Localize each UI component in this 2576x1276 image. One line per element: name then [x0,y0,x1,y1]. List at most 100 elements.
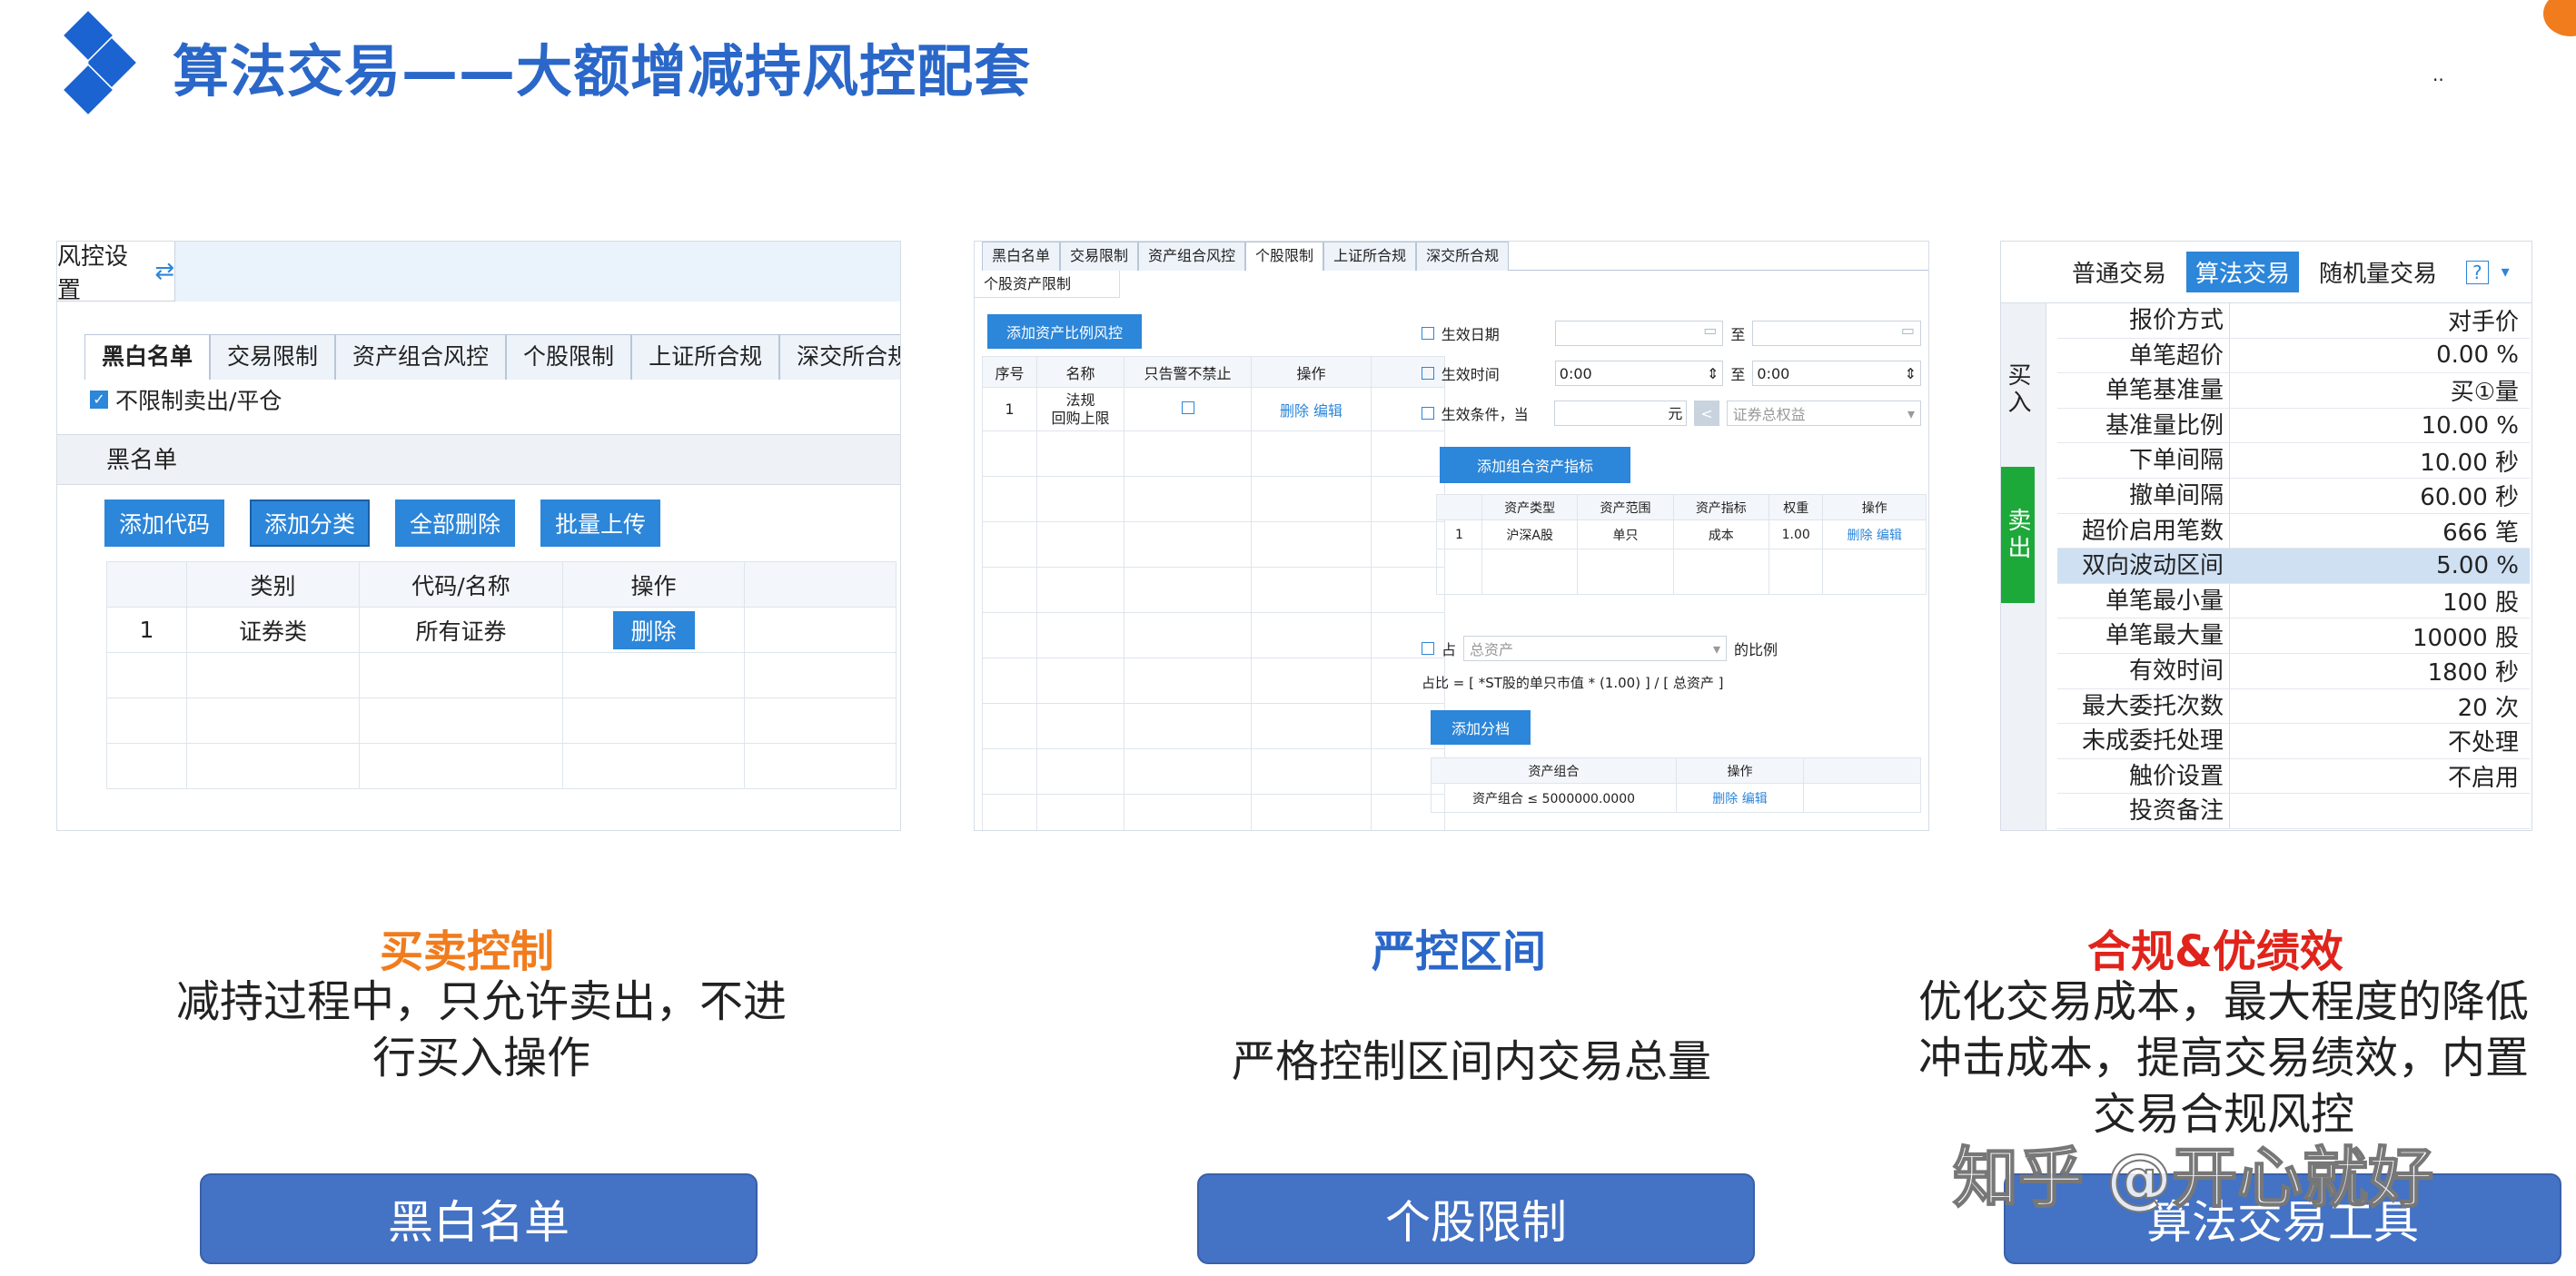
subtab-stock-asset-limit[interactable]: 个股资产限制 [975,271,1120,298]
side-tab-sell[interactable]: 卖出 [2001,467,2035,603]
batch-upload-button[interactable]: 批量上传 [540,500,660,547]
param-label: 投资备注 [2057,794,2230,828]
param-row[interactable]: 报价方式 对手价 [2057,303,2530,339]
param-value[interactable]: 10.00 秒 [2230,444,2530,478]
tab-stock-limit[interactable]: 个股限制 [1245,242,1324,271]
occupy-select[interactable]: 总资产 ▾ [1463,636,1728,661]
param-row[interactable]: 单笔超价 0.00 % [2057,338,2530,374]
chevron-down-icon[interactable]: ▾ [2502,262,2510,282]
tab-algo-trade[interactable]: 算法交易 [2186,252,2300,292]
spinner-icon[interactable]: ⇕ [1905,365,1917,382]
tab-blacklist[interactable]: 黑白名单 [982,242,1061,271]
tab-trade-limit[interactable]: 交易限制 [210,334,336,380]
tab-szse-compliance[interactable]: 深交所合规 [1416,242,1510,271]
row-actions[interactable]: 删除 编辑 [1251,387,1372,431]
warn-only-checkbox[interactable] [1181,401,1194,414]
row-delete-button[interactable]: 删除 [612,610,695,649]
side-tab-buy[interactable]: 买入 [2001,303,2035,467]
effective-cond-label: 生效条件，当 [1441,406,1529,423]
blacklist-button[interactable]: 黑白名单 [200,1173,758,1264]
param-value[interactable]: 不启用 [2230,759,2530,793]
checkbox-icon[interactable] [1422,407,1434,420]
add-tier-button[interactable]: 添加分档 [1431,710,1531,745]
param-value[interactable]: 666 笔 [2230,514,2530,548]
end-date-input[interactable]: ▭ [1752,321,1921,346]
param-label: 基准量比例 [2057,408,2230,443]
param-value[interactable]: 10000 股 [2230,619,2530,653]
table-header-cell: 只告警不禁止 [1124,356,1252,388]
to-label: 至 [1730,326,1746,343]
table-header-cell: 资产组合 [1431,757,1677,784]
start-time-input[interactable]: 0:00 ⇕ [1554,361,1724,386]
param-value[interactable]: 对手价 [2230,303,2530,337]
param-value[interactable]: 20 次 [2230,689,2530,723]
operator-button[interactable]: < [1694,401,1719,426]
tab-sse-compliance[interactable]: 上证所合规 [631,334,780,380]
add-portfolio-asset-button[interactable]: 添加组合资产指标 [1440,447,1630,483]
spinner-icon[interactable]: ⇕ [1707,365,1719,382]
checkbox-icon[interactable] [1422,642,1434,655]
end-time-value: 0:00 [1757,364,1790,382]
param-row[interactable]: 撤单间隔 60.00 秒 [2057,478,2530,514]
table-row[interactable]: 资产组合 ≤ 5000000.0000 删除 编辑 [1431,783,1921,813]
param-value[interactable]: 不处理 [2230,724,2530,757]
ratio-formula: 占比 = [ *ST股的单只市值 * (1.00) ] / [ 总资产 ] [1422,675,1724,691]
add-code-button[interactable]: 添加代码 [104,500,224,547]
table-row[interactable]: 1 法规 回购上限 删除 编辑 [982,387,1445,431]
tab-portfolio-risk[interactable]: 资产组合风控 [335,334,507,380]
amount-input[interactable]: 元 [1554,401,1688,426]
row-actions[interactable]: 删除 编辑 [1676,783,1804,813]
table-row[interactable]: 1 沪深A股 单只 成本 1.00 删除 编辑 [1436,519,1927,549]
param-value[interactable]: 100 股 [2230,584,2530,618]
refresh-icon[interactable]: ⇄ [154,258,174,285]
param-row[interactable]: 基准量比例 10.00 % [2057,408,2530,444]
checkbox-icon[interactable] [1422,367,1434,380]
param-row[interactable]: 触价设置 不启用 [2057,758,2530,795]
start-date-input[interactable]: ▭ [1554,321,1724,346]
param-value[interactable]: 买①量 [2230,373,2530,407]
tab-random-qty-trade[interactable]: 随机量交易 [2312,252,2444,292]
param-value[interactable]: 0.00 % [2230,341,2530,369]
row-actions[interactable]: 删除 编辑 [1822,519,1927,549]
table-row[interactable]: 1 证券类 所有证券 删除 [106,607,897,653]
tab-trade-limit[interactable]: 交易限制 [1060,242,1139,271]
param-row[interactable]: 未成委托处理 不处理 [2057,724,2530,759]
help-icon[interactable]: ? [2466,260,2489,284]
stock-limit-button[interactable]: 个股限制 [1197,1173,1755,1264]
checkbox-checked-icon[interactable]: ✓ [90,391,108,409]
to-label: 至 [1730,366,1746,383]
param-label: 下单间隔 [2057,443,2230,478]
param-row[interactable]: 有效时间 1800 秒 [2057,653,2530,689]
tab-sse-compliance[interactable]: 上证所合规 [1323,242,1417,271]
condition-select[interactable]: 证券总权益 ▾ [1726,401,1921,426]
param-row[interactable]: 单笔最小量 100 股 [2057,583,2530,619]
param-row[interactable]: 双向波动区间 5.00 % [2057,549,2530,584]
param-row[interactable]: 最大委托次数 20 次 [2057,688,2530,725]
ellipsis-icon: .. [2432,64,2444,85]
param-row[interactable]: 投资备注 [2057,794,2530,829]
param-row[interactable]: 单笔最大量 10000 股 [2057,618,2530,654]
tab-szse-compliance[interactable]: 深交所合规 [779,334,900,380]
add-category-button[interactable]: 添加分类 [250,500,370,547]
checkbox-icon[interactable] [1422,327,1434,340]
param-value[interactable]: 10.00 % [2230,412,2530,440]
delete-all-button[interactable]: 全部删除 [395,500,515,547]
tab-normal-trade[interactable]: 普通交易 [2065,252,2174,292]
tab-label: 资产组合风控 [1148,247,1236,264]
caption-desc-line: 减持过程中，只允许卖出，不进 [175,976,787,1027]
param-row[interactable]: 单笔基准量 买①量 [2057,373,2530,409]
table-header-cell: 操作 [1251,356,1372,388]
param-row[interactable]: 超价启用笔数 666 笔 [2057,513,2530,549]
risk-settings-tab[interactable]: 风控设置 ⇄ [57,242,175,304]
param-value[interactable]: 60.00 秒 [2230,479,2530,512]
param-row[interactable]: 下单间隔 10.00 秒 [2057,443,2530,479]
tab-blacklist[interactable]: 黑白名单 [84,334,211,380]
param-value[interactable]: 5.00 % [2230,552,2530,579]
caption-desc-line: 行买入操作 [372,1033,590,1083]
param-value[interactable]: 1800 秒 [2230,654,2530,687]
end-time-input[interactable]: 0:00 ⇕ [1752,361,1921,386]
tab-stock-limit[interactable]: 个股限制 [506,334,632,380]
add-asset-ratio-button[interactable]: 添加资产比例风控 [987,314,1142,349]
tab-portfolio-risk[interactable]: 资产组合风控 [1138,242,1246,271]
param-label: 超价启用笔数 [2057,513,2230,549]
